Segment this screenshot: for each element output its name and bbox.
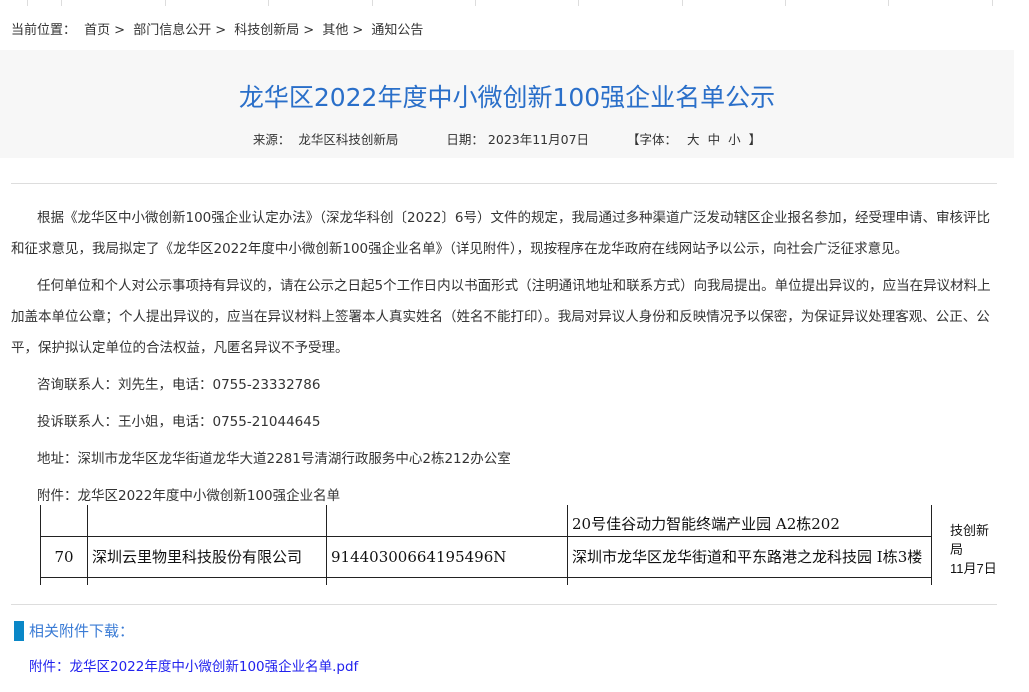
side-text: 11月7日 (950, 561, 997, 576)
breadcrumb-separator: > (303, 23, 315, 38)
contact-complaint: 投诉联系人：王小姐，电话：0755-21044645 (37, 414, 321, 430)
attachment-download-link[interactable]: 附件：龙华区2022年度中小微创新100强企业名单.pdf (29, 655, 358, 675)
article-meta: 来源： 龙华区科技创新局 日期： 2023年11月07日 【字体： 大中小】 (0, 129, 1014, 148)
contact-consult: 咨询联系人：刘先生，电话：0755-23332786 (37, 377, 321, 393)
font-size-close: 】 (748, 132, 762, 147)
table-row: 20号佳谷动力智能终端产业园 A2栋202 (40, 505, 932, 537)
breadcrumb-label: 当前位置： (11, 23, 77, 38)
address: 地址：深圳市龙华区龙华街道龙华大道2281号清湖行政服务中心2栋212办公室 (37, 451, 511, 467)
source-label: 来源： (252, 132, 291, 147)
breadcrumb-separator: > (215, 23, 227, 38)
font-size-label: 【字体： (627, 132, 678, 147)
breadcrumb-notices[interactable]: 通知公告 (371, 23, 423, 38)
downloads-heading: 相关附件下载： (14, 620, 134, 641)
side-text: 技创新局 (950, 523, 990, 557)
date-label: 日期： (446, 132, 484, 147)
font-medium-button[interactable]: 中 (708, 132, 721, 147)
accent-bar (14, 620, 24, 641)
table-row: 71 (40, 577, 932, 585)
article-header: 龙华区2022年度中小微创新100强企业名单公示 来源： 龙华区科技创新局 日期：… (0, 50, 1014, 158)
date-value: 2023年11月07日 (487, 132, 590, 147)
page-title: 龙华区2022年度中小微创新100强企业名单公示 (238, 83, 776, 112)
breadcrumb-home[interactable]: 首页 (84, 23, 110, 38)
table-row: 70 深圳云里物里科技股份有限公司 91440300664195496N 深圳市龙华区… (40, 536, 932, 578)
top-nav-dividers (0, 0, 1029, 6)
article-body: 根据《龙华区中小微创新100强企业认定办法》（深龙华科创〔2022〕6号）文件的… (11, 203, 991, 518)
company-table: 20号佳谷动力智能终端产业园 A2栋202 70 深圳云里物里科技股份有限公司 91… (40, 505, 932, 585)
source-value: 龙华区科技创新局 (298, 132, 399, 147)
divider (11, 604, 997, 605)
breadcrumb: 当前位置： 首页 > 部门信息公开 > 科技创新局 > 其他 > 通知公告 (11, 19, 427, 38)
divider (11, 183, 997, 184)
breadcrumb-dept-info[interactable]: 部门信息公开 (133, 23, 211, 38)
font-large-button[interactable]: 大 (687, 132, 700, 147)
paragraph: 任何单位和个人对公示事项持有异议的，请在公示之日起5个工作日内以书面形式（注明通… (11, 278, 991, 356)
font-small-button[interactable]: 小 (728, 132, 741, 147)
downloads-heading-text: 相关附件下载： (29, 622, 135, 640)
paragraph: 根据《龙华区中小微创新100强企业认定办法》（深龙华科创〔2022〕6号）文件的… (11, 210, 990, 257)
breadcrumb-separator: > (352, 23, 364, 38)
breadcrumb-other[interactable]: 其他 (322, 23, 348, 38)
attachment-preview[interactable]: 20号佳谷动力智能终端产业园 A2栋202 70 深圳云里物里科技股份有限公司 91… (15, 505, 1000, 585)
breadcrumb-sci-tech-bureau[interactable]: 科技创新局 (234, 23, 299, 38)
breadcrumb-separator: > (114, 23, 126, 38)
